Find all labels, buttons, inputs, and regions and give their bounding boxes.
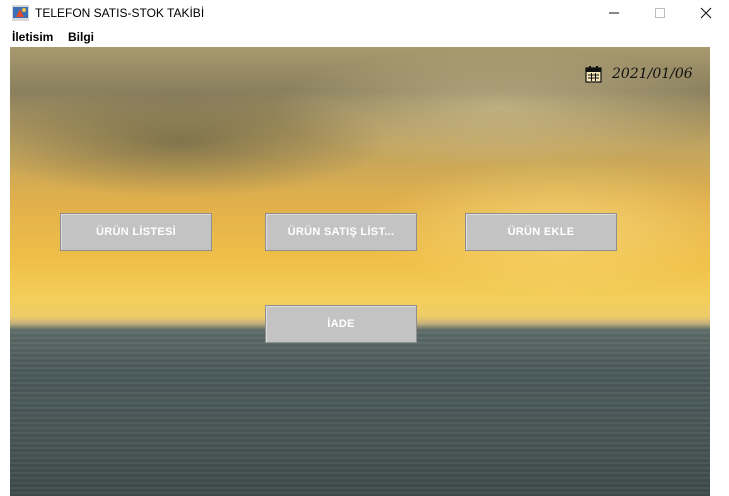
maximize-icon xyxy=(655,8,665,18)
product-sales-list-button[interactable]: ÜRÜN SATIŞ LİST... xyxy=(265,213,417,251)
maximize-button[interactable] xyxy=(637,0,683,26)
close-button[interactable] xyxy=(683,0,729,26)
product-list-button[interactable]: ÜRÜN LİSTESİ xyxy=(60,213,212,251)
date-display: 2021/01/06 xyxy=(585,64,693,84)
menu-iletisim[interactable]: İletisim xyxy=(12,30,53,44)
return-button[interactable]: İADE xyxy=(265,305,417,343)
background-sea xyxy=(10,332,710,496)
main-panel-background: 2021/01/06 ÜRÜN LİSTESİ ÜRÜN SATIŞ LİST.… xyxy=(10,47,710,496)
window-title: TELEFON SATIS-STOK TAKİBİ xyxy=(35,6,205,20)
close-icon xyxy=(700,7,712,19)
menu-bar: İletisim Bilgi xyxy=(0,26,729,47)
title-bar: TELEFON SATIS-STOK TAKİBİ xyxy=(0,0,729,26)
minimize-button[interactable] xyxy=(591,0,637,26)
current-date: 2021/01/06 xyxy=(612,66,693,82)
menu-bilgi[interactable]: Bilgi xyxy=(68,30,94,44)
add-product-button[interactable]: ÜRÜN EKLE xyxy=(465,213,617,251)
minimize-icon xyxy=(609,12,619,14)
java-app-icon xyxy=(12,5,29,21)
calendar-icon xyxy=(585,66,602,83)
